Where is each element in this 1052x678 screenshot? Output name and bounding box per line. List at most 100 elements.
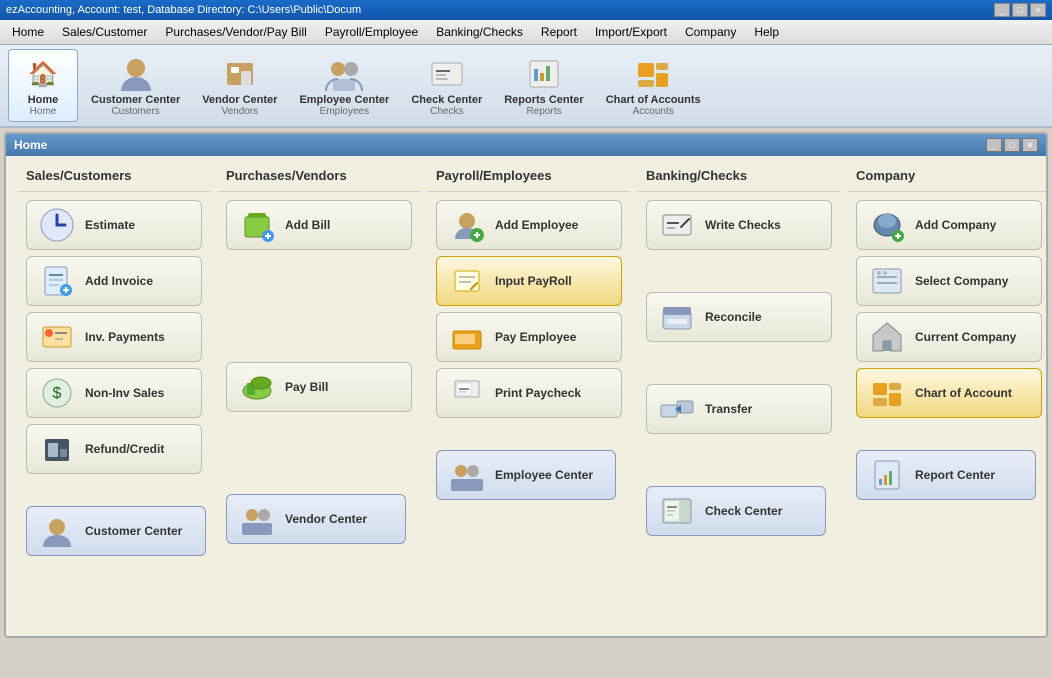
pay-bill-btn[interactable]: Pay Bill: [226, 362, 412, 412]
estimate-icon: [37, 207, 77, 243]
reconcile-icon: [657, 299, 697, 335]
toolbar-chart-sub: Accounts: [633, 106, 674, 117]
toolbar-check-sub: Checks: [430, 106, 463, 117]
add-company-btn[interactable]: Add Company: [856, 200, 1042, 250]
content-area: Sales/Customers Estimate Add Invoice: [6, 156, 1046, 636]
employee-center-btn[interactable]: Employee Center: [436, 450, 616, 500]
section-banking: Banking/Checks Write Checks Reconcile: [634, 164, 844, 562]
toolbar-home[interactable]: 🏠 Home Home: [8, 49, 78, 122]
minimize-btn[interactable]: _: [994, 3, 1010, 17]
check-center-btn-label: Check Center: [705, 504, 782, 518]
toolbar-vendor-label: Vendor Center: [202, 94, 277, 106]
print-paycheck-label: Print Paycheck: [495, 386, 581, 400]
non-inv-sales-label: Non-Inv Sales: [85, 386, 164, 400]
toolbar-chart-label: Chart of Accounts: [606, 94, 701, 106]
menu-import[interactable]: Import/Export: [587, 22, 675, 42]
window-title-bar: Home _ □ ×: [6, 134, 1046, 156]
input-payroll-btn[interactable]: Input PayRoll: [436, 256, 622, 306]
toolbar-home-label: Home: [28, 94, 59, 106]
section-payroll-header: Payroll/Employees: [428, 164, 630, 192]
title-controls: _ □ ×: [994, 3, 1046, 17]
current-company-icon: [867, 319, 907, 355]
toolbar-employee-center[interactable]: Employee Center Employees: [290, 49, 398, 122]
window-controls: _ □ ×: [986, 138, 1038, 152]
non-inv-sales-btn[interactable]: $ Non-Inv Sales: [26, 368, 202, 418]
add-invoice-btn[interactable]: Add Invoice: [26, 256, 202, 306]
vendor-center-btn-label: Vendor Center: [285, 512, 367, 526]
main-window: Home _ □ × Sales/Customers Estimate: [4, 132, 1048, 638]
reconcile-label: Reconcile: [705, 310, 762, 324]
current-company-label: Current Company: [915, 330, 1016, 344]
menu-sales[interactable]: Sales/Customer: [54, 22, 155, 42]
maximize-btn[interactable]: □: [1012, 3, 1028, 17]
print-paycheck-btn[interactable]: Print Paycheck: [436, 368, 622, 418]
pay-employee-icon: [447, 319, 487, 355]
svg-text:$: $: [53, 385, 62, 402]
transfer-btn[interactable]: Transfer: [646, 384, 832, 434]
title-bar: ezAccounting, Account: test, Database Di…: [0, 0, 1052, 20]
add-invoice-icon: [37, 263, 77, 299]
toolbar-customer-label: Customer Center: [91, 94, 180, 106]
menu-banking[interactable]: Banking/Checks: [428, 22, 531, 42]
chart-of-account-btn[interactable]: Chart of Account: [856, 368, 1042, 418]
menu-company[interactable]: Company: [677, 22, 744, 42]
win-restore[interactable]: □: [1004, 138, 1020, 152]
customer-center-btn[interactable]: Customer Center: [26, 506, 206, 556]
chart-of-account-label: Chart of Account: [915, 386, 1012, 400]
inv-payments-icon: [37, 319, 77, 355]
customer-center-btn-label: Customer Center: [85, 524, 182, 538]
section-company: Company Add Company Select Company: [844, 164, 1048, 562]
report-center-btn[interactable]: Report Center: [856, 450, 1036, 500]
section-sales-header: Sales/Customers: [18, 164, 210, 192]
pay-employee-btn[interactable]: Pay Employee: [436, 312, 622, 362]
add-bill-label: Add Bill: [285, 218, 330, 232]
toolbar-check-center[interactable]: Check Center Checks: [402, 49, 491, 122]
select-company-btn[interactable]: Select Company: [856, 256, 1042, 306]
section-banking-header: Banking/Checks: [638, 164, 840, 192]
write-checks-label: Write Checks: [705, 218, 781, 232]
add-bill-btn[interactable]: Add Bill: [226, 200, 412, 250]
select-company-label: Select Company: [915, 274, 1008, 288]
add-company-label: Add Company: [915, 218, 996, 232]
estimate-btn[interactable]: Estimate: [26, 200, 202, 250]
current-company-btn[interactable]: Current Company: [856, 312, 1042, 362]
toolbar-reports-sub: Reports: [526, 106, 561, 117]
toolbar-vendor-center[interactable]: Vendor Center Vendors: [193, 49, 286, 122]
toolbar-customer-center[interactable]: Customer Center Customers: [82, 49, 189, 122]
write-checks-btn[interactable]: Write Checks: [646, 200, 832, 250]
reconcile-btn[interactable]: Reconcile: [646, 292, 832, 342]
close-btn[interactable]: ×: [1030, 3, 1046, 17]
toolbar-chart-accounts[interactable]: Chart of Accounts Accounts: [597, 49, 710, 122]
input-payroll-label: Input PayRoll: [495, 274, 572, 288]
home-icon: 🏠: [23, 54, 63, 94]
customer-center-icon: [116, 54, 156, 94]
check-center-btn[interactable]: Check Center: [646, 486, 826, 536]
select-company-icon: [867, 263, 907, 299]
report-center-btn-icon: [867, 457, 907, 493]
refund-credit-btn[interactable]: Refund/Credit: [26, 424, 202, 474]
chart-of-account-icon: [867, 375, 907, 411]
win-minimize[interactable]: _: [986, 138, 1002, 152]
add-invoice-label: Add Invoice: [85, 274, 153, 288]
menu-help[interactable]: Help: [746, 22, 787, 42]
non-inv-sales-icon: $: [37, 375, 77, 411]
estimate-label: Estimate: [85, 218, 135, 232]
add-employee-btn[interactable]: Add Employee: [436, 200, 622, 250]
menu-purchases[interactable]: Purchases/Vendor/Pay Bill: [157, 22, 314, 42]
toolbar-employee-label: Employee Center: [299, 94, 389, 106]
inv-payments-btn[interactable]: Inv. Payments: [26, 312, 202, 362]
menu-home[interactable]: Home: [4, 22, 52, 42]
toolbar-reports-label: Reports Center: [504, 94, 583, 106]
input-payroll-icon: [447, 263, 487, 299]
employee-center-btn-icon: [447, 457, 487, 493]
vendor-center-btn[interactable]: Vendor Center: [226, 494, 406, 544]
menu-report[interactable]: Report: [533, 22, 585, 42]
toolbar-reports-center[interactable]: Reports Center Reports: [495, 49, 592, 122]
section-purchases-header: Purchases/Vendors: [218, 164, 420, 192]
menu-bar: Home Sales/Customer Purchases/Vendor/Pay…: [0, 20, 1052, 45]
menu-payroll[interactable]: Payroll/Employee: [317, 22, 426, 42]
customer-center-btn-icon: [37, 513, 77, 549]
win-close[interactable]: ×: [1022, 138, 1038, 152]
add-company-icon: [867, 207, 907, 243]
inv-payments-label: Inv. Payments: [85, 330, 165, 344]
